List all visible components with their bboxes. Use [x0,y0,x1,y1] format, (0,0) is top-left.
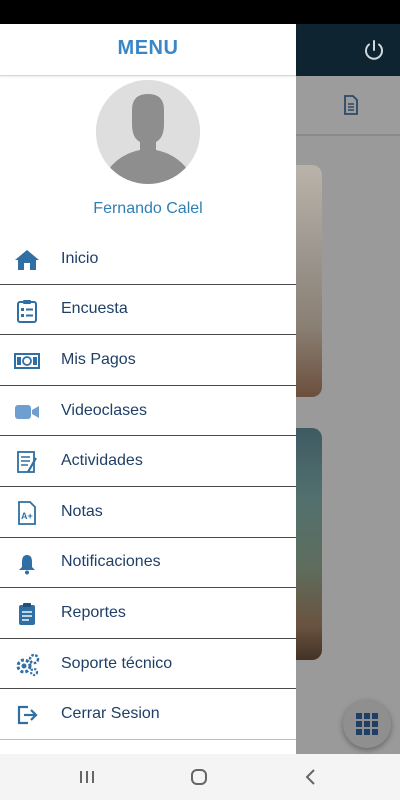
power-icon[interactable] [362,38,386,62]
document-icon[interactable] [340,94,362,116]
user-name: Fernando Calel [93,200,203,217]
menu-item-label: Encuesta [61,300,128,318]
sign-out-icon [14,702,40,728]
menu-item-notas[interactable]: A+ Notas [0,487,296,538]
bell-icon [14,551,40,577]
menu-item-notificaciones[interactable]: Notificaciones [0,538,296,589]
svg-text:A+: A+ [21,511,33,521]
menu-item-label: Reportes [61,603,126,621]
grid-menu-button[interactable] [343,700,391,748]
menu-list: Inicio Encuesta Mis Pagos Videoclases Ac… [0,234,296,740]
avatar[interactable] [96,80,200,184]
drawer-header: MENU [0,24,296,76]
menu-item-label: Actividades [61,452,143,470]
menu-item-actividades[interactable]: Actividades [0,436,296,487]
clipboard-list-icon [14,298,40,324]
menu-item-label: Videoclases [61,401,147,419]
menu-item-encuesta[interactable]: Encuesta [0,285,296,336]
system-navigation-bar [0,754,400,800]
home-icon [14,247,40,273]
activity-list-icon [14,449,40,475]
clipboard-icon [14,601,40,627]
menu-title: MENU [117,37,179,59]
gears-icon [14,652,40,678]
home-circle-icon[interactable] [188,766,210,788]
recent-apps-icon[interactable] [76,766,98,788]
menu-item-label: Cerrar Sesion [61,705,160,723]
menu-item-label: Soporte técnico [61,654,173,672]
navigation-drawer: MENU Fernando Calel Inicio Encuesta Mis … [0,24,296,754]
menu-item-label: Notas [61,502,103,520]
menu-item-videoclases[interactable]: Videoclases [0,386,296,437]
menu-item-label: Notificaciones [61,553,161,571]
menu-item-reportes[interactable]: Reportes [0,588,296,639]
menu-item-label: Mis Pagos [61,350,136,368]
grade-file-icon: A+ [14,500,40,526]
menu-item-cerrar-sesion[interactable]: Cerrar Sesion [0,689,296,740]
screen: MENU Fernando Calel Inicio Encuesta Mis … [0,0,400,800]
status-bar [0,0,400,24]
money-bill-icon [14,348,40,374]
grid-icon [356,713,378,735]
menu-item-mis-pagos[interactable]: Mis Pagos [0,335,296,386]
menu-item-soporte-tecnico[interactable]: Soporte técnico [0,639,296,690]
menu-item-inicio[interactable]: Inicio [0,234,296,285]
user-silhouette-icon [96,80,200,184]
video-camera-icon [14,399,40,425]
menu-item-label: Inicio [61,249,99,267]
back-icon[interactable] [300,766,322,788]
